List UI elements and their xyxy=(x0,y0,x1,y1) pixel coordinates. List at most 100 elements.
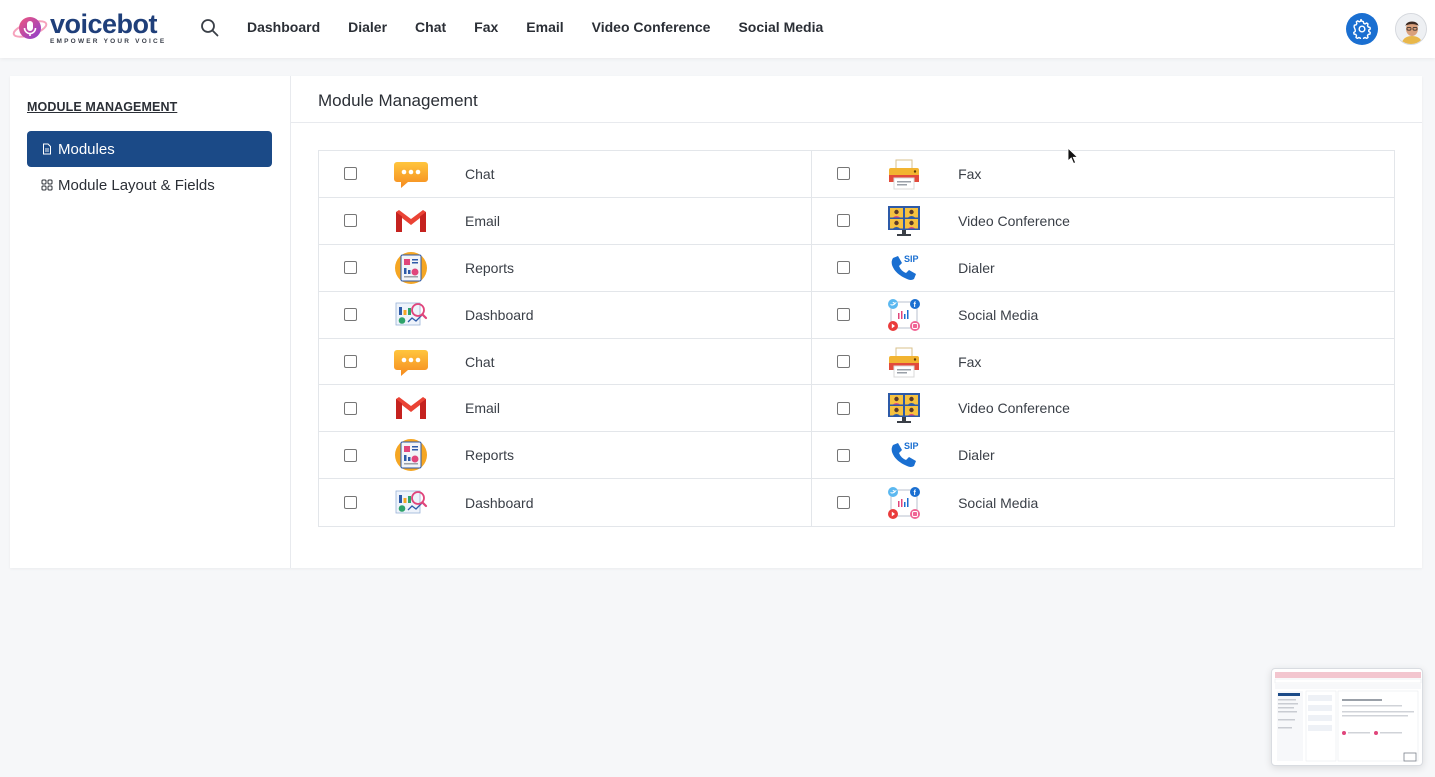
user-avatar[interactable] xyxy=(1395,13,1427,45)
module-cell: Reports xyxy=(319,432,811,478)
module-cell: f Social Media xyxy=(811,479,1394,527)
module-label: Email xyxy=(465,400,501,417)
chat-bubble-icon xyxy=(394,345,428,379)
nav-dialer[interactable]: Dialer xyxy=(334,19,401,35)
module-cell: Reports xyxy=(319,245,811,291)
module-cell: Video Conference xyxy=(811,385,1394,432)
nav-dashboard[interactable]: Dashboard xyxy=(233,19,334,35)
table-row: Dashboard f Social Media xyxy=(319,291,1394,339)
module-checkbox[interactable] xyxy=(344,401,357,415)
module-label: Chat xyxy=(465,353,495,370)
module-cell: Chat xyxy=(319,151,811,197)
document-icon xyxy=(41,143,53,155)
voicebot-logo[interactable]: voicebot EMPOWER YOUR VOICE xyxy=(12,10,172,46)
video-conference-icon xyxy=(887,391,921,425)
module-label: Dialer xyxy=(958,447,995,464)
module-label: Social Media xyxy=(958,494,1039,511)
search-icon[interactable] xyxy=(199,17,221,39)
gmail-icon xyxy=(394,204,428,238)
module-cell: Dashboard xyxy=(319,292,811,338)
module-table: Chat Fax Email Video Conference Reports xyxy=(318,150,1395,528)
voicebot-logo-icon xyxy=(12,17,48,39)
module-label: Video Conference xyxy=(958,400,1070,417)
dashboard-icon xyxy=(394,486,428,520)
module-cell: Dashboard xyxy=(319,479,811,526)
module-cell: Fax xyxy=(811,338,1394,385)
top-navbar: voicebot EMPOWER YOUR VOICE Dashboard Di… xyxy=(0,0,1435,58)
module-cell: Video Conference xyxy=(811,197,1394,244)
reports-icon xyxy=(394,251,428,285)
module-checkbox[interactable] xyxy=(344,355,357,368)
gear-icon xyxy=(1353,19,1371,39)
printer-icon xyxy=(887,345,921,379)
module-checkbox[interactable] xyxy=(837,167,851,181)
sidebar-item-modules[interactable]: Modules xyxy=(27,131,272,167)
module-checkbox[interactable] xyxy=(344,167,357,181)
table-row: Reports SIP Dialer xyxy=(319,244,1394,292)
printer-icon xyxy=(887,157,921,191)
module-checkbox[interactable] xyxy=(344,214,357,228)
screen-preview-thumbnail[interactable] xyxy=(1271,668,1423,766)
video-conference-icon xyxy=(887,204,921,238)
module-checkbox[interactable] xyxy=(344,261,357,275)
nav-social-media[interactable]: Social Media xyxy=(724,19,837,35)
sidebar-item-label: Modules xyxy=(58,140,115,158)
module-checkbox[interactable] xyxy=(837,261,851,275)
nav-email[interactable]: Email xyxy=(512,19,577,35)
module-checkbox[interactable] xyxy=(344,308,357,322)
table-row: Email Video Conference xyxy=(319,197,1394,245)
mouse-cursor xyxy=(1067,147,1079,165)
module-checkbox[interactable] xyxy=(344,448,357,462)
module-label: Fax xyxy=(958,353,982,370)
module-label: Dashboard xyxy=(465,494,534,511)
sidebar-item-label: Module Layout & Fields xyxy=(58,176,215,194)
module-cell: Email xyxy=(319,198,811,244)
nav-fax[interactable]: Fax xyxy=(460,19,512,35)
main-content: Module Management Chat Fax Email Video C… xyxy=(291,76,1422,568)
module-cell: Chat xyxy=(319,339,811,385)
module-cell: f Social Media xyxy=(811,291,1394,338)
module-cell: SIP Dialer xyxy=(811,432,1394,479)
module-cell: SIP Dialer xyxy=(811,244,1394,291)
module-label: Dialer xyxy=(958,259,995,276)
table-row: Dashboard f Social Media xyxy=(319,479,1394,527)
sidebar-item-module-layout[interactable]: Module Layout & Fields xyxy=(27,167,272,203)
sidebar-title[interactable]: MODULE MANAGEMENT xyxy=(27,100,177,114)
module-label: Email xyxy=(465,212,501,229)
brand-tagline: EMPOWER YOUR VOICE xyxy=(50,37,167,45)
sidebar: MODULE MANAGEMENT Modules Module Layout … xyxy=(10,76,291,568)
module-label: Reports xyxy=(465,259,515,276)
module-label: Social Media xyxy=(958,306,1039,323)
table-row: Chat Fax xyxy=(319,338,1394,386)
gmail-icon xyxy=(394,391,428,425)
layout-grid-icon xyxy=(41,179,53,191)
module-checkbox[interactable] xyxy=(344,496,357,510)
dashboard-icon xyxy=(394,298,428,332)
module-label: Dashboard xyxy=(465,306,534,323)
module-checkbox[interactable] xyxy=(837,355,851,368)
module-label: Video Conference xyxy=(958,212,1070,229)
settings-button[interactable] xyxy=(1346,13,1378,45)
table-row: Chat Fax xyxy=(319,151,1394,198)
module-checkbox[interactable] xyxy=(837,214,851,228)
svg-text:SIP: SIP xyxy=(904,254,919,264)
module-checkbox[interactable] xyxy=(837,496,851,510)
brand-name: voicebot xyxy=(50,8,158,39)
table-row: Reports SIP Dialer xyxy=(319,432,1394,480)
module-checkbox[interactable] xyxy=(837,448,851,462)
module-cell: Email xyxy=(319,385,811,431)
module-label: Reports xyxy=(465,447,515,464)
module-label: Fax xyxy=(958,165,982,182)
module-cell: Fax xyxy=(811,151,1394,197)
chat-bubble-icon xyxy=(394,157,428,191)
svg-text:SIP: SIP xyxy=(904,441,919,451)
nav-chat[interactable]: Chat xyxy=(401,19,460,35)
sip-phone-icon: SIP xyxy=(887,438,921,472)
module-checkbox[interactable] xyxy=(837,401,851,415)
main-nav: Dashboard Dialer Chat Fax Email Video Co… xyxy=(233,0,837,54)
nav-video-conference[interactable]: Video Conference xyxy=(578,19,725,35)
sip-phone-icon: SIP xyxy=(887,251,921,285)
module-management-card: MODULE MANAGEMENT Modules Module Layout … xyxy=(10,76,1422,568)
social-media-icon: f xyxy=(887,486,921,520)
module-checkbox[interactable] xyxy=(837,308,851,322)
